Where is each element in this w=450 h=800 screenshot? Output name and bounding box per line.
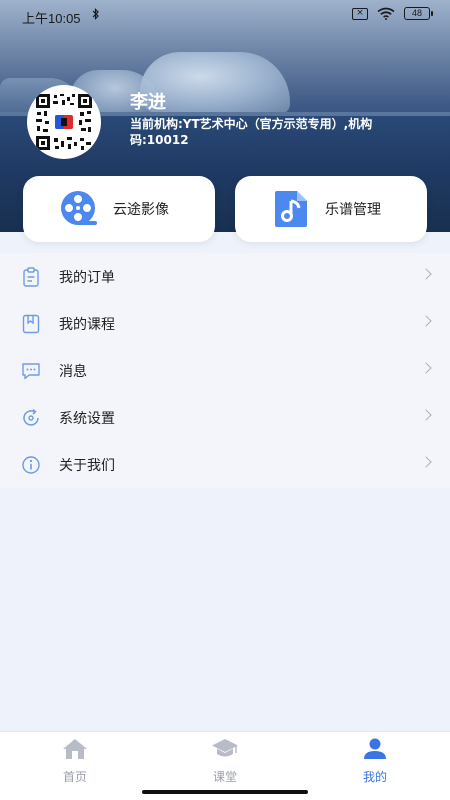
tab-home[interactable]: 首页: [35, 738, 115, 785]
battery-icon: 48: [404, 7, 433, 20]
menu-item-about-us[interactable]: 关于我们: [0, 441, 450, 488]
bluetooth-icon: [92, 8, 100, 23]
tab-label: 课堂: [212, 770, 237, 784]
sim-off-icon: ×: [352, 7, 368, 20]
status-time: 上午10:05: [22, 11, 81, 26]
wifi-icon: [377, 7, 395, 20]
chevron-right-icon: [420, 456, 432, 468]
sheet-music-management-card[interactable]: 乐谱管理: [235, 176, 427, 242]
yuntu-imaging-card[interactable]: 云途影像: [23, 176, 215, 242]
organization-info: 当前机构:YT艺术中心（官方示范专用）,机构码:10012: [130, 117, 373, 147]
graduation-cap-icon: [185, 738, 265, 764]
tab-classroom[interactable]: 课堂: [185, 738, 265, 785]
menu-label: 我的课程: [59, 316, 115, 333]
message-icon: [20, 360, 42, 382]
menu-label: 系统设置: [59, 410, 115, 427]
home-icon: [35, 738, 115, 764]
film-reel-icon: [59, 189, 99, 229]
home-indicator: [142, 790, 308, 794]
menu-label: 消息: [59, 363, 87, 380]
card-label: 云途影像: [113, 202, 169, 218]
user-name: 李进: [130, 92, 166, 113]
clipboard-icon: [20, 266, 42, 288]
avatar[interactable]: [27, 85, 101, 159]
menu-item-orders[interactable]: 我的订单: [0, 253, 450, 300]
tab-label: 我的: [362, 770, 387, 784]
battery-level: 48: [411, 8, 422, 18]
menu-item-messages[interactable]: 消息: [0, 347, 450, 394]
menu-item-settings[interactable]: 系统设置: [0, 394, 450, 441]
menu-label: 关于我们: [59, 457, 115, 474]
menu-label: 我的订单: [59, 269, 115, 286]
menu-item-courses[interactable]: 我的课程: [0, 300, 450, 347]
bookmark-icon: [20, 313, 42, 335]
qr-code-icon: [34, 92, 94, 152]
menu-list: 我的订单 我的课程 消息 系统设置 关于我们: [0, 253, 450, 488]
music-doc-icon: [271, 189, 311, 229]
tab-mine[interactable]: 我的: [335, 738, 415, 785]
chevron-right-icon: [420, 315, 432, 327]
chevron-right-icon: [420, 409, 432, 421]
info-icon: [20, 454, 42, 476]
tab-label: 首页: [62, 770, 87, 784]
card-label: 乐谱管理: [325, 202, 381, 218]
status-bar: 上午10:05 × 48: [0, 0, 450, 32]
chevron-right-icon: [420, 362, 432, 374]
chevron-right-icon: [420, 268, 432, 280]
settings-icon: [20, 407, 42, 429]
user-icon: [335, 738, 415, 764]
